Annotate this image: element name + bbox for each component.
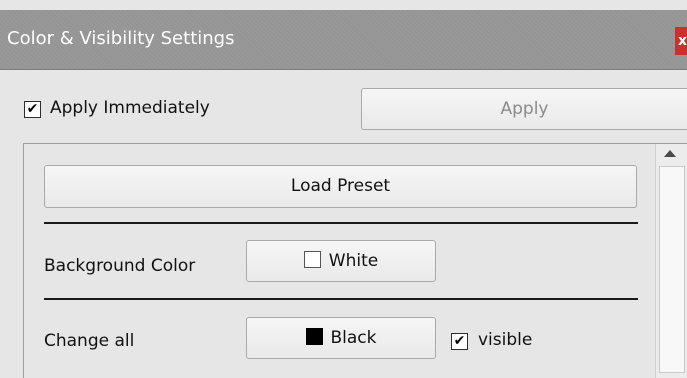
black-swatch-icon (305, 328, 323, 345)
window-title: Color & Visibility Settings (7, 28, 235, 49)
apply-button[interactable]: Apply (361, 88, 687, 130)
scroll-up-arrow-icon[interactable] (664, 150, 676, 157)
close-icon: x (678, 33, 687, 49)
close-button[interactable]: x (675, 27, 687, 55)
background-color-label: Background Color (44, 256, 196, 276)
background-color-button[interactable]: White (246, 240, 436, 282)
scrollbar-thumb[interactable] (659, 166, 685, 373)
apply-immediately-label: Apply Immediately (50, 98, 210, 118)
visible-label: visible (478, 330, 533, 350)
window-titlebar: Color & Visibility Settings x (0, 10, 687, 70)
checkmark-icon: ✔ (26, 101, 39, 117)
load-preset-button[interactable]: Load Preset (44, 165, 637, 208)
divider (44, 298, 638, 300)
change-all-color-value: Black (330, 328, 377, 348)
background-color-value: White (328, 251, 379, 271)
vertical-scrollbar[interactable] (655, 144, 687, 378)
visible-checkbox[interactable]: ✔ (451, 333, 468, 350)
checkmark-icon: ✔ (453, 333, 466, 349)
change-all-label: Change all (44, 331, 135, 351)
white-swatch-icon (303, 251, 321, 268)
apply-immediately-checkbox[interactable]: ✔ (24, 101, 41, 118)
change-all-color-button[interactable]: Black (246, 317, 436, 359)
divider (44, 222, 638, 224)
